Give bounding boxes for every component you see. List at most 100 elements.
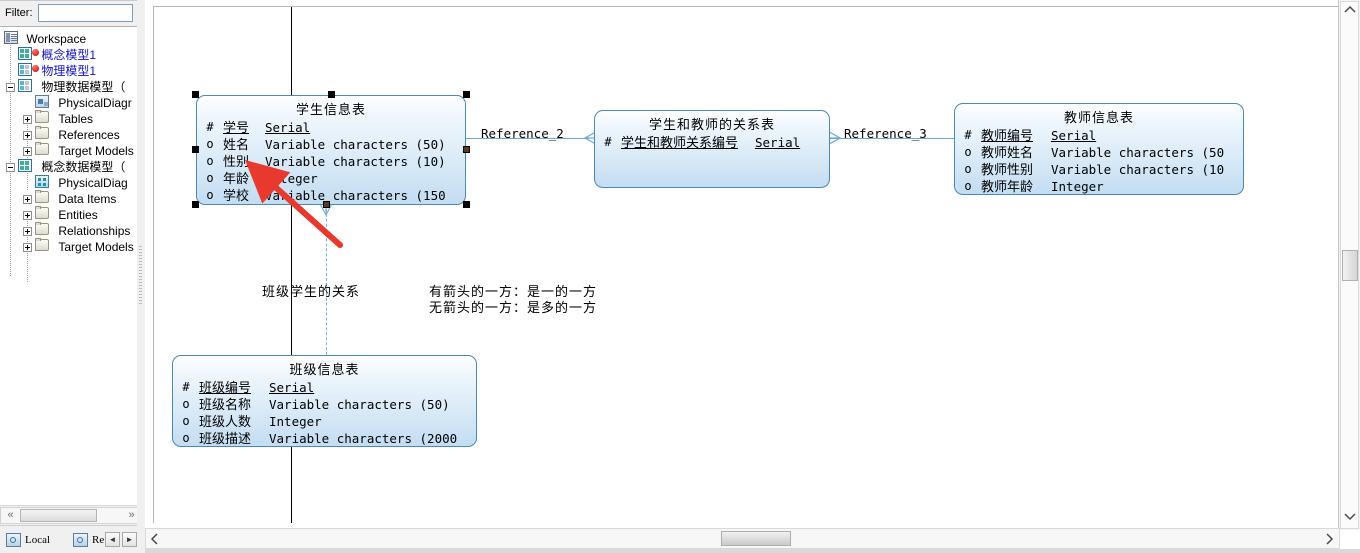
tree-item-conceptual-diagram[interactable]: PhysicalDiag xyxy=(35,175,128,191)
link-class-student-line[interactable] xyxy=(326,204,327,355)
tree-expander-collapse-pdm[interactable] xyxy=(6,83,15,92)
panel-splitter[interactable] xyxy=(137,0,145,553)
attribute-key-marker: o xyxy=(206,188,214,202)
scrollbar-thumb[interactable] xyxy=(721,531,791,546)
tree-item-label: References xyxy=(58,128,120,142)
diagram-canvas[interactable]: Reference_2 Reference_3 学生信息表 # 学号 Seria… xyxy=(153,6,1338,523)
tree-item-target-models-cdm[interactable]: Target Models xyxy=(35,238,134,255)
red-dot-badge-icon xyxy=(32,65,39,72)
tree-expander-target-models-cdm[interactable] xyxy=(23,243,32,252)
canvas-vertical-scrollbar[interactable] xyxy=(1338,0,1360,530)
browser-panel: Filter: Workspace 概念模型1 物理模型1 物理数据模型（ Ph… xyxy=(0,0,145,553)
tree-item-physical-diagram[interactable]: PhysicalDiagr xyxy=(35,95,132,111)
selection-handle[interactable] xyxy=(463,146,470,153)
link-reference-3-label[interactable]: Reference_3 xyxy=(844,126,927,141)
tree-item-data-items[interactable]: Data Items xyxy=(35,190,116,207)
attribute-type: Variable characters (2000 xyxy=(269,431,458,446)
entity-student-table[interactable]: 学生信息表 # 学号 Serial o 姓名 Variable characte… xyxy=(196,95,466,205)
entity-attribute-row: o 教师性别 Variable characters (10 xyxy=(955,161,1243,178)
entity-attribute-row: o 班级描述 Variable characters (2000 xyxy=(173,430,476,446)
selection-handle[interactable] xyxy=(328,91,335,98)
tree-item-cdm-folder[interactable]: 概念数据模型（ xyxy=(18,159,125,175)
scroll-left-arrow-icon[interactable]: « xyxy=(3,508,18,523)
attribute-type: Integer xyxy=(265,171,318,186)
cdm-icon xyxy=(18,159,32,172)
object-browser-tree[interactable]: Workspace 概念模型1 物理模型1 物理数据模型（ PhysicalDi… xyxy=(0,26,137,506)
entity-attribute-row: # 教师编号 Serial xyxy=(955,127,1243,144)
tree-item-workspace[interactable]: Workspace xyxy=(4,31,86,47)
tree-item-label: 物理数据模型（ xyxy=(41,80,126,94)
note-class-student-relation[interactable]: 班级学生的关系 xyxy=(262,281,360,300)
tree-item-cdm-1[interactable]: 概念模型1 xyxy=(18,47,96,63)
attribute-type: Serial xyxy=(755,135,801,150)
attribute-type: Variable characters (50) xyxy=(265,137,446,152)
tree-item-label: 概念数据模型（ xyxy=(41,160,126,174)
tree-item-pdm-folder[interactable]: 物理数据模型（ xyxy=(18,79,125,95)
tab-label: Re xyxy=(92,534,105,546)
attribute-type: Variable characters (10) xyxy=(265,154,446,169)
entity-attribute-row: # 学生和教师关系编号 Serial xyxy=(595,134,829,151)
canvas-horizontal-scrollbar[interactable] xyxy=(145,528,1340,549)
tree-item-label: Workspace xyxy=(26,32,87,46)
filter-input[interactable] xyxy=(38,4,133,22)
red-dot-badge-icon xyxy=(32,49,39,56)
attribute-type: Variable characters (150 xyxy=(265,188,446,203)
tree-item-entities[interactable]: Entities xyxy=(35,206,98,223)
tab-prev-button[interactable]: ◄ xyxy=(105,532,120,547)
entity-student-teacher-relation-table[interactable]: 学生和教师的关系表 # 学生和教师关系编号 Serial xyxy=(594,110,830,188)
scrollbar-thumb[interactable] xyxy=(20,509,97,522)
tree-guide-line xyxy=(10,45,11,277)
entity-class-table[interactable]: 班级信息表 # 班级编号 Serial o 班级名称 Variable char… xyxy=(172,355,477,447)
attribute-type: Variable characters (10 xyxy=(1051,162,1225,177)
tab-next-button[interactable]: ► xyxy=(122,532,137,547)
tree-item-target-models-pdm[interactable]: Target Models xyxy=(35,142,134,159)
tree-expander-data-items[interactable] xyxy=(23,195,32,204)
scroll-down-arrow-icon[interactable] xyxy=(1344,512,1356,522)
entity-title: 班级信息表 xyxy=(289,362,360,377)
browser-tab-strip: Local Re ◄ ► xyxy=(0,525,145,553)
diagram-canvas-frame: Reference_2 Reference_3 学生信息表 # 学号 Seria… xyxy=(145,0,1360,553)
link-reference-2-label[interactable]: Reference_2 xyxy=(481,126,564,141)
scrollbar-thumb[interactable] xyxy=(1342,250,1358,281)
filter-row: Filter: xyxy=(0,0,145,26)
selection-handle[interactable] xyxy=(323,201,330,208)
note-legend-line-2[interactable]: 无箭头的一方：是多的一方 xyxy=(429,297,597,316)
scroll-left-arrow-icon[interactable] xyxy=(150,533,160,545)
tree-item-label: Target Models xyxy=(58,144,134,158)
tree-item-references[interactable]: References xyxy=(35,126,120,143)
attribute-name: 班级名称 xyxy=(199,397,252,412)
entity-attribute-row: # 班级编号 Serial xyxy=(173,379,476,396)
attribute-name: 教师编号 xyxy=(981,128,1034,143)
attribute-name: 班级编号 xyxy=(199,380,252,395)
tree-item-relationships[interactable]: Relationships xyxy=(35,222,130,239)
attribute-type: Serial xyxy=(1051,128,1097,143)
attribute-type: Integer xyxy=(1051,179,1104,194)
attribute-key-marker: # xyxy=(206,120,214,134)
selection-handle[interactable] xyxy=(192,201,199,208)
tree-expander-target-models-pdm[interactable] xyxy=(23,147,32,156)
pdm-icon xyxy=(18,63,32,76)
tree-item-tables[interactable]: Tables xyxy=(35,110,93,127)
tree-item-pdm-1[interactable]: 物理模型1 xyxy=(18,63,96,79)
folder-icon xyxy=(35,110,49,123)
selection-handle[interactable] xyxy=(463,91,470,98)
tree-expander-references[interactable] xyxy=(23,131,32,140)
selection-handle[interactable] xyxy=(192,91,199,98)
selection-handle[interactable] xyxy=(463,201,470,208)
attribute-name: 姓名 xyxy=(223,137,250,152)
scroll-up-arrow-icon[interactable] xyxy=(1344,5,1356,15)
attribute-key-marker: o xyxy=(964,179,972,193)
entity-attribute-row: o 教师年龄 Integer xyxy=(955,178,1243,194)
entity-teacher-table[interactable]: 教师信息表 # 教师编号 Serial o 教师姓名 Variable char… xyxy=(954,103,1244,195)
folder-icon xyxy=(35,238,49,251)
browser-horizontal-scrollbar[interactable]: « » xyxy=(0,505,145,524)
tree-expander-tables[interactable] xyxy=(23,115,32,124)
selection-handle[interactable] xyxy=(192,146,199,153)
tree-item-label: PhysicalDiag xyxy=(58,176,128,190)
tree-expander-entities[interactable] xyxy=(23,211,32,220)
attribute-name: 学号 xyxy=(223,120,250,135)
tree-expander-collapse-cdm[interactable] xyxy=(6,163,15,172)
scroll-right-arrow-icon[interactable] xyxy=(1324,533,1334,545)
tree-expander-relationships[interactable] xyxy=(23,227,32,236)
entity-attribute-row: o 班级人数 Integer xyxy=(173,413,476,430)
